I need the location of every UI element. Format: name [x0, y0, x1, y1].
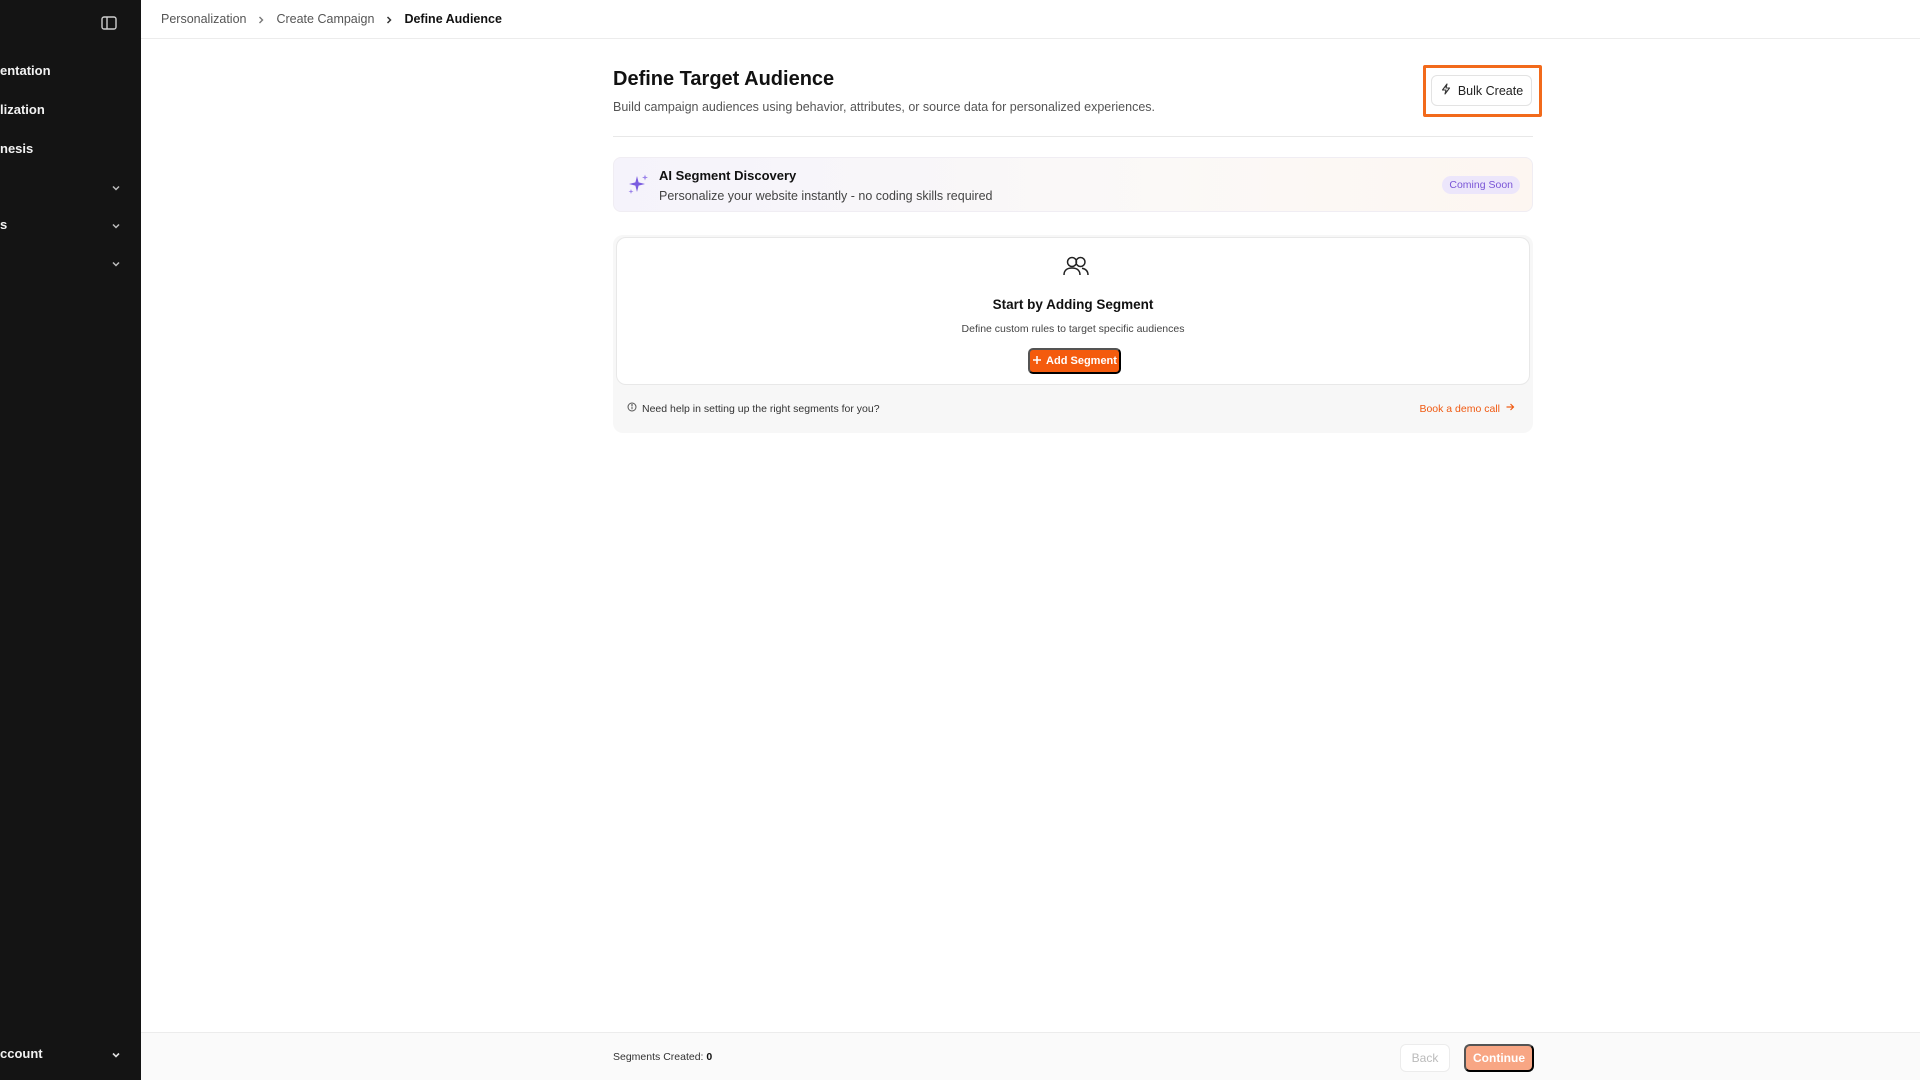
- sidebar-item-group-2[interactable]: s: [0, 217, 141, 237]
- page-subtitle: Build campaign audiences using behavior,…: [613, 100, 1155, 114]
- breadcrumb-create-campaign[interactable]: Create Campaign: [276, 12, 374, 26]
- chevron-down-icon: [110, 1049, 122, 1061]
- segments-empty-state: Start by Adding Segment Define custom ru…: [616, 237, 1530, 385]
- account-label: ccount: [0, 1046, 43, 1061]
- continue-button[interactable]: Continue: [1464, 1044, 1534, 1072]
- sidebar-toggle-icon[interactable]: [100, 14, 118, 32]
- chevron-down-icon: [110, 220, 122, 232]
- help-row: Need help in setting up the right segmen…: [627, 402, 880, 415]
- book-demo-label: Book a demo call: [1419, 402, 1500, 415]
- sidebar: entation lization nesis s ccount: [0, 0, 141, 1080]
- segments-section: Start by Adding Segment Define custom ru…: [613, 235, 1533, 433]
- bulk-create-button[interactable]: Bulk Create: [1431, 75, 1532, 106]
- footer-bar: Segments Created: 0 Back Continue: [141, 1032, 1920, 1080]
- info-icon: [627, 402, 637, 415]
- sidebar-item-label: nesis: [0, 141, 34, 156]
- sidebar-item-group-1[interactable]: [0, 179, 141, 199]
- sidebar-item-group-3[interactable]: [0, 255, 141, 275]
- sidebar-item-label: s: [0, 217, 8, 232]
- chevron-down-icon: [110, 182, 122, 194]
- ai-segment-title: AI Segment Discovery: [659, 168, 797, 183]
- book-demo-link[interactable]: Book a demo call: [1419, 402, 1515, 415]
- segments-created-count: 0: [706, 1051, 713, 1063]
- segments-created-status: Segments Created: 0: [613, 1051, 712, 1063]
- add-segment-label: Add Segment: [1046, 355, 1117, 367]
- sidebar-item-label: entation: [0, 63, 51, 78]
- breadcrumb-personalization[interactable]: Personalization: [161, 12, 246, 26]
- coming-soon-badge: Coming Soon: [1442, 176, 1520, 194]
- bulk-create-label: Bulk Create: [1457, 83, 1524, 98]
- ai-segment-subtitle: Personalize your website instantly - no …: [659, 189, 993, 203]
- chevron-right-icon: [384, 14, 394, 24]
- lightning-icon: [1440, 83, 1452, 98]
- top-bar: Personalization Create Campaign Define A…: [141, 0, 1920, 39]
- page-title: Define Target Audience: [613, 68, 835, 90]
- arrow-right-icon: [1505, 402, 1515, 415]
- sidebar-item-personalization[interactable]: lization: [0, 102, 45, 122]
- users-icon: [1062, 254, 1090, 278]
- plus-icon: [1032, 355, 1042, 368]
- header-divider: [613, 136, 1533, 137]
- empty-state-title: Start by Adding Segment: [992, 297, 1154, 312]
- sparkles-icon: [626, 173, 650, 197]
- ai-segment-discovery-card: AI Segment Discovery Personalize your we…: [613, 157, 1533, 212]
- chevron-right-icon: [256, 14, 266, 24]
- help-text: Need help in setting up the right segmen…: [642, 402, 880, 415]
- sidebar-item-synthesis[interactable]: nesis: [0, 141, 33, 161]
- segments-created-label: Segments Created:: [613, 1051, 704, 1063]
- breadcrumb-define-audience: Define Audience: [404, 12, 502, 26]
- sidebar-item-implementation[interactable]: entation: [0, 63, 51, 83]
- empty-state-subtitle: Define custom rules to target specific a…: [961, 323, 1185, 335]
- back-button[interactable]: Back: [1400, 1044, 1450, 1072]
- sidebar-item-label: lization: [0, 102, 45, 117]
- chevron-down-icon: [110, 258, 122, 270]
- account-menu[interactable]: ccount: [0, 1046, 141, 1066]
- breadcrumb: Personalization Create Campaign Define A…: [161, 12, 502, 26]
- add-segment-button[interactable]: Add Segment: [1028, 348, 1121, 374]
